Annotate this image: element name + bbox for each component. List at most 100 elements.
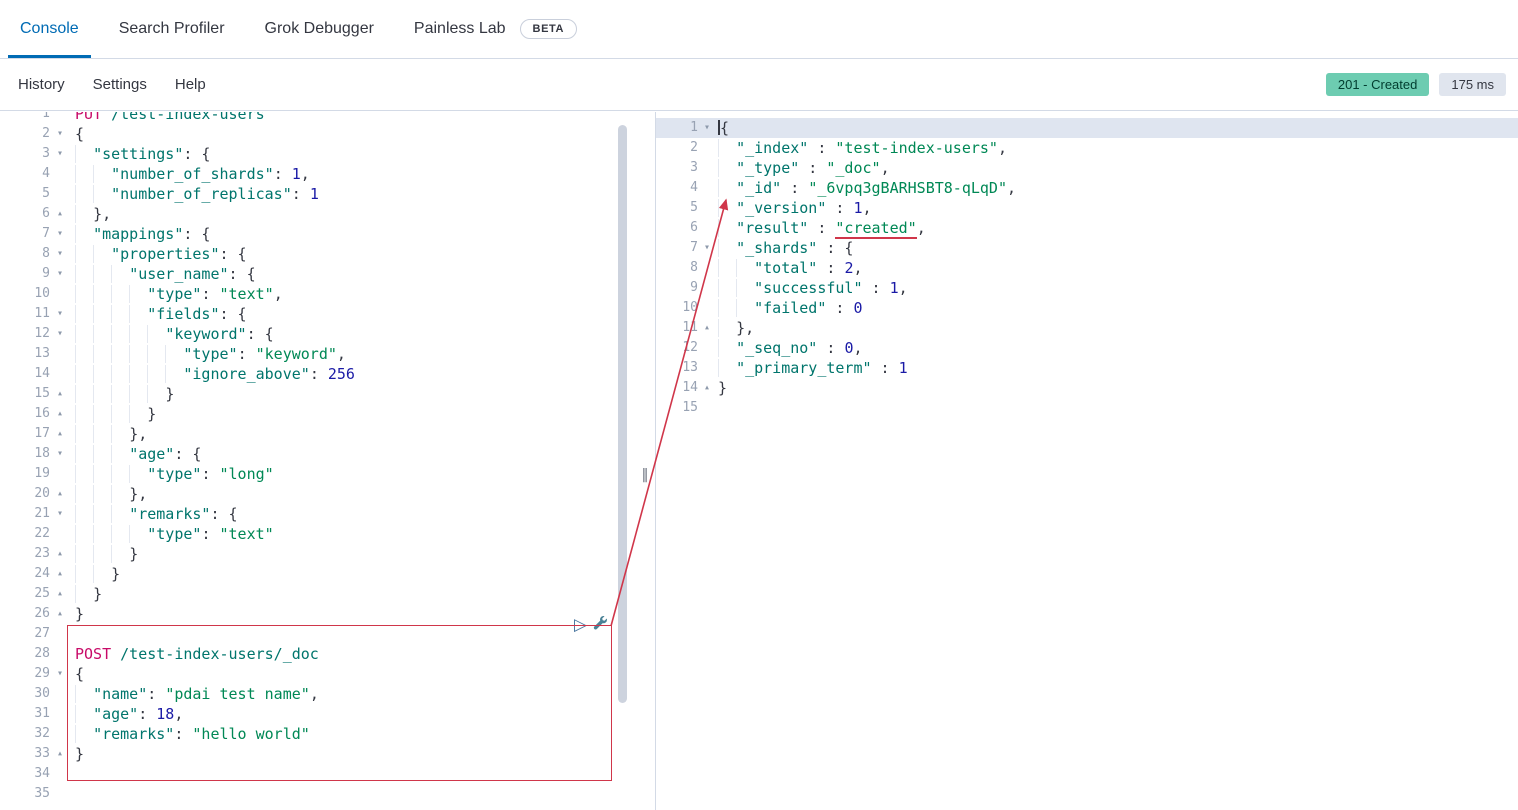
fold-toggle-icon[interactable]: ▴ (50, 424, 70, 444)
fold-toggle-icon[interactable]: ▾ (50, 664, 70, 684)
code-text: PUT /test-index-users (70, 112, 265, 124)
send-request-button[interactable]: ▷ (574, 617, 587, 634)
line-number: 22 (0, 524, 50, 544)
code-line: 20▴ }, (0, 484, 655, 504)
code-text: } (70, 544, 138, 564)
fold-toggle-icon[interactable]: ▴ (50, 584, 70, 604)
response-viewer[interactable]: 1▾{2 "_index" : "test-index-users",3 "_t… (656, 112, 1518, 810)
fold-toggle-icon[interactable]: ▴ (50, 204, 70, 224)
code-line: 4 "_id" : "_6vpq3gBARHSBT8-qLqD", (656, 178, 1518, 198)
tab-painless-lab[interactable]: Painless Lab BETA (402, 0, 589, 58)
code-text: "result" : "created", (716, 218, 926, 238)
line-number: 18 (0, 444, 50, 464)
code-line: 5 "number_of_replicas": 1 (0, 184, 655, 204)
code-text: "mappings": { (70, 224, 210, 244)
line-number: 6 (656, 218, 698, 238)
fold-toggle-icon[interactable]: ▴ (50, 604, 70, 624)
code-line: 14▴} (656, 378, 1518, 398)
menu-help[interactable]: Help (175, 76, 206, 93)
code-text: } (70, 564, 120, 584)
code-line: 2 "_index" : "test-index-users", (656, 138, 1518, 158)
code-line: 26▴} (0, 604, 655, 624)
fold-toggle-icon[interactable]: ▾ (50, 224, 70, 244)
code-text: "ignore_above": 256 (70, 364, 355, 384)
code-text: "remarks": { (70, 504, 238, 524)
code-text: }, (716, 318, 754, 338)
tab-grok-debugger[interactable]: Grok Debugger (253, 0, 386, 58)
code-line: 28POST /test-index-users/_doc (0, 644, 655, 664)
line-number: 10 (656, 298, 698, 318)
line-number: 32 (0, 724, 50, 744)
request-editor[interactable]: 1PUT /test-index-users2▾{3▾ "settings": … (0, 112, 656, 810)
line-number: 20 (0, 484, 50, 504)
code-line: 3▾ "settings": { (0, 144, 655, 164)
fold-toggle-icon[interactable]: ▾ (50, 264, 70, 284)
wrench-icon[interactable] (592, 615, 608, 636)
line-number: 24 (0, 564, 50, 584)
code-line: 14 "ignore_above": 256 (0, 364, 655, 384)
code-line: 10 "failed" : 0 (656, 298, 1518, 318)
fold-toggle-icon[interactable]: ▾ (50, 304, 70, 324)
code-line: 15▴ } (0, 384, 655, 404)
request-code-area[interactable]: 1PUT /test-index-users2▾{3▾ "settings": … (0, 112, 655, 804)
fold-toggle-icon[interactable]: ▴ (50, 564, 70, 584)
line-number: 5 (0, 184, 50, 204)
code-line: 12▾ "keyword": { (0, 324, 655, 344)
code-text: } (70, 584, 102, 604)
code-line: 13 "_primary_term" : 1 (656, 358, 1518, 378)
line-number: 29 (0, 664, 50, 684)
pane-resizer[interactable]: ‖ (637, 467, 653, 485)
code-text: }, (70, 484, 147, 504)
fold-toggle-icon[interactable]: ▴ (698, 318, 716, 338)
code-text: "keyword": { (70, 324, 274, 344)
code-line: 6▴ }, (0, 204, 655, 224)
code-text: "type": "text" (70, 524, 274, 544)
line-number: 1 (0, 112, 50, 124)
code-text: "_primary_term" : 1 (716, 358, 908, 378)
code-line: 16▴ } (0, 404, 655, 424)
code-text: "name": "pdai test name", (70, 684, 319, 704)
tab-console[interactable]: Console (8, 0, 91, 58)
fold-toggle-icon[interactable]: ▾ (50, 124, 70, 144)
code-text: "age": 18, (70, 704, 183, 724)
code-text: "successful" : 1, (716, 278, 908, 298)
menu-history[interactable]: History (18, 76, 65, 93)
code-text: { (70, 124, 84, 144)
fold-toggle-icon[interactable]: ▾ (698, 238, 716, 258)
fold-toggle-icon[interactable]: ▴ (50, 384, 70, 404)
fold-toggle-icon[interactable]: ▴ (50, 744, 70, 764)
menu-settings[interactable]: Settings (93, 76, 147, 93)
code-text: { (716, 118, 729, 138)
code-text: "_id" : "_6vpq3gBARHSBT8-qLqD", (716, 178, 1016, 198)
response-code-area: 1▾{2 "_index" : "test-index-users",3 "_t… (656, 118, 1518, 418)
line-number: 15 (0, 384, 50, 404)
fold-toggle-icon[interactable]: ▾ (698, 118, 716, 138)
fold-toggle-icon[interactable]: ▾ (50, 244, 70, 264)
code-text: } (70, 604, 84, 624)
fold-toggle-icon[interactable]: ▾ (50, 324, 70, 344)
code-text: "user_name": { (70, 264, 256, 284)
line-number: 23 (0, 544, 50, 564)
fold-toggle-icon[interactable]: ▴ (698, 378, 716, 398)
code-text: "_seq_no" : 0, (716, 338, 863, 358)
code-line: 7▾ "_shards" : { (656, 238, 1518, 258)
code-line: 23▴ } (0, 544, 655, 564)
fold-toggle-icon[interactable]: ▾ (50, 504, 70, 524)
fold-toggle-icon[interactable]: ▴ (50, 404, 70, 424)
code-text: "age": { (70, 444, 201, 464)
tab-search-profiler[interactable]: Search Profiler (107, 0, 237, 58)
code-line: 25▴ } (0, 584, 655, 604)
code-text: } (70, 404, 156, 424)
fold-toggle-icon[interactable]: ▴ (50, 484, 70, 504)
line-number: 17 (0, 424, 50, 444)
fold-toggle-icon[interactable]: ▾ (50, 444, 70, 464)
console-menu-bar: History Settings Help 201 - Created 175 … (0, 59, 1518, 111)
fold-toggle-icon[interactable]: ▾ (50, 144, 70, 164)
line-number: 19 (0, 464, 50, 484)
line-number: 11 (0, 304, 50, 324)
fold-toggle-icon[interactable]: ▴ (50, 544, 70, 564)
line-number: 14 (656, 378, 698, 398)
code-line: 11▾ "fields": { (0, 304, 655, 324)
scrollbar-thumb[interactable] (618, 125, 627, 703)
code-line: 29▾{ (0, 664, 655, 684)
